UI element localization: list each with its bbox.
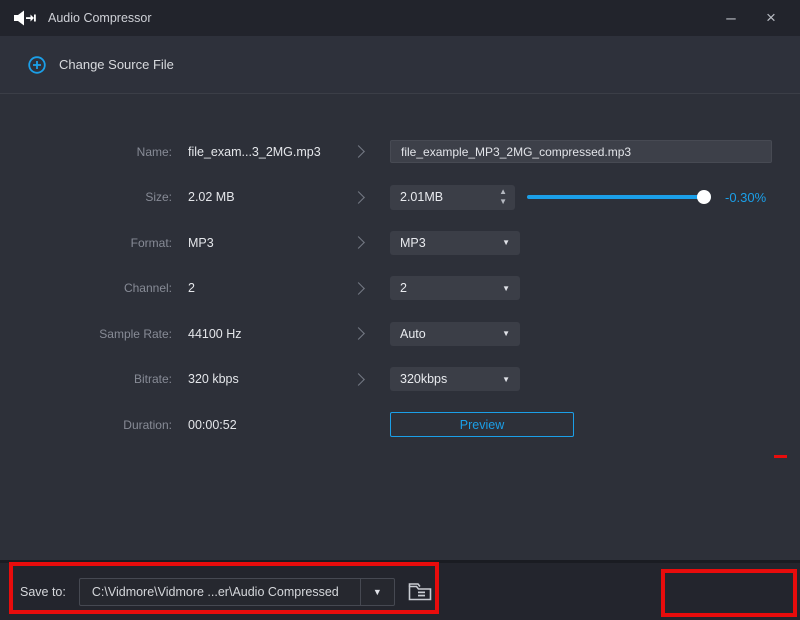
size-row: Size: 2.02 MB ▲ ▼ -0.30% <box>0 175 800 221</box>
titlebar: Audio Compressor – × <box>0 0 800 36</box>
sample-rate-dropdown[interactable]: Auto ▼ <box>390 322 520 346</box>
preview-button[interactable]: Preview <box>390 412 574 437</box>
format-row: Format: MP3 MP3 ▼ <box>0 220 800 266</box>
name-current-value: file_exam...3_2MG.mp3 <box>172 145 342 159</box>
save-path-input[interactable] <box>80 579 360 605</box>
chevron-right-icon <box>352 236 365 249</box>
bitrate-row: Bitrate: 320 kbps 320kbps ▼ <box>0 357 800 403</box>
size-label: Size: <box>0 190 172 204</box>
sample-rate-row: Sample Rate: 44100 Hz Auto ▼ <box>0 311 800 357</box>
chevron-right-icon <box>352 191 365 204</box>
audio-compressor-window: Audio Compressor – × Change Source File … <box>0 0 800 620</box>
channel-label: Channel: <box>0 281 172 295</box>
window-controls: – × <box>716 5 786 31</box>
chevron-down-icon: ▼ <box>502 329 510 338</box>
close-button[interactable]: × <box>756 5 786 31</box>
settings-panel: Name: file_exam...3_2MG.mp3 Size: 2.02 M… <box>0 95 800 560</box>
output-size-input[interactable] <box>390 185 482 210</box>
format-current-value: MP3 <box>172 236 342 250</box>
output-size-stepper: ▲ ▼ <box>390 185 515 210</box>
size-slider-fill <box>527 195 711 199</box>
name-label: Name: <box>0 145 172 159</box>
header: Change Source File <box>0 36 800 94</box>
bitrate-label: Bitrate: <box>0 372 172 386</box>
name-row: Name: file_exam...3_2MG.mp3 <box>0 129 800 175</box>
bitrate-dropdown[interactable]: 320kbps ▼ <box>390 367 520 391</box>
chevron-down-icon: ▼ <box>502 375 510 384</box>
save-path-combobox: ▼ <box>79 578 395 606</box>
size-spin-down-icon[interactable]: ▼ <box>499 197 507 207</box>
chevron-right-icon <box>352 282 365 295</box>
plus-circle-icon <box>28 56 46 74</box>
chevron-right-icon <box>352 373 365 386</box>
channel-selected-value: 2 <box>400 281 407 295</box>
size-slider[interactable] <box>527 190 711 204</box>
size-reduction-percent: -0.30% <box>725 190 766 205</box>
change-source-file-button[interactable]: Change Source File <box>28 56 174 74</box>
chevron-down-icon: ▼ <box>502 238 510 247</box>
change-source-file-label: Change Source File <box>59 57 174 72</box>
duration-current-value: 00:00:52 <box>172 418 342 432</box>
channel-row: Channel: 2 2 ▼ <box>0 266 800 312</box>
chevron-right-icon <box>352 145 365 158</box>
chevron-down-icon: ▼ <box>502 284 510 293</box>
minimize-button[interactable]: – <box>716 5 746 31</box>
format-dropdown[interactable]: MP3 ▼ <box>390 231 520 255</box>
window-title: Audio Compressor <box>48 11 152 25</box>
bitrate-current-value: 320 kbps <box>172 372 342 386</box>
save-to-label: Save to: <box>20 585 66 599</box>
sample-rate-label: Sample Rate: <box>0 327 172 341</box>
open-folder-button[interactable] <box>404 578 436 606</box>
channel-current-value: 2 <box>172 281 342 295</box>
sample-rate-current-value: 44100 Hz <box>172 327 342 341</box>
duration-label: Duration: <box>0 418 172 432</box>
audio-compressor-icon <box>14 10 36 26</box>
format-label: Format: <box>0 236 172 250</box>
chevron-right-icon <box>352 327 365 340</box>
annotation-red-dash <box>774 455 787 458</box>
folder-icon <box>408 582 432 601</box>
footer-bar: Save to: ▼ Compress <box>0 560 800 620</box>
output-name-input[interactable] <box>390 140 772 163</box>
bitrate-selected-value: 320kbps <box>400 372 447 386</box>
duration-row: Duration: 00:00:52 Preview <box>0 402 800 448</box>
size-slider-handle[interactable] <box>697 190 711 204</box>
channel-dropdown[interactable]: 2 ▼ <box>390 276 520 300</box>
size-current-value: 2.02 MB <box>172 190 342 204</box>
format-selected-value: MP3 <box>400 236 426 250</box>
sample-rate-selected-value: Auto <box>400 327 426 341</box>
save-path-dropdown-button[interactable]: ▼ <box>361 579 394 605</box>
size-spin-up-icon[interactable]: ▲ <box>499 187 507 197</box>
